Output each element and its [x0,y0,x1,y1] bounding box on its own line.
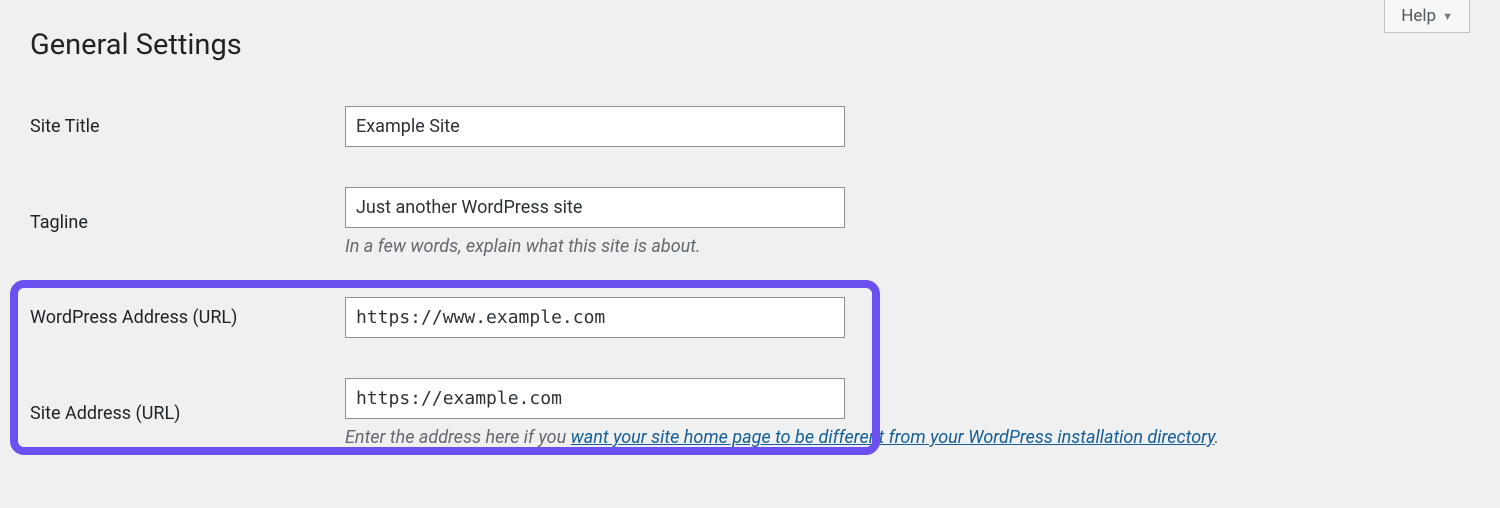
site-title-label: Site Title [30,116,100,137]
site-title-input[interactable] [345,106,845,147]
site-url-desc-link[interactable]: want your site home page to be different… [571,427,1215,448]
help-tab[interactable]: Help ▼ [1384,0,1470,33]
site-url-desc-after: . [1215,427,1220,448]
chevron-down-icon: ▼ [1442,10,1453,23]
tagline-label: Tagline [30,212,88,233]
page-title: General Settings [30,20,1470,66]
wp-url-input[interactable] [345,297,845,338]
site-url-description: Enter the address here if you want your … [345,427,1460,448]
tagline-description: In a few words, explain what this site i… [345,236,1460,257]
site-url-input[interactable] [345,378,845,419]
tagline-input[interactable] [345,187,845,228]
site-url-desc-before: Enter the address here if you [345,427,571,448]
wp-url-label: WordPress Address (URL) [30,307,237,328]
site-url-label: Site Address (URL) [30,403,180,424]
help-label: Help [1401,6,1436,26]
